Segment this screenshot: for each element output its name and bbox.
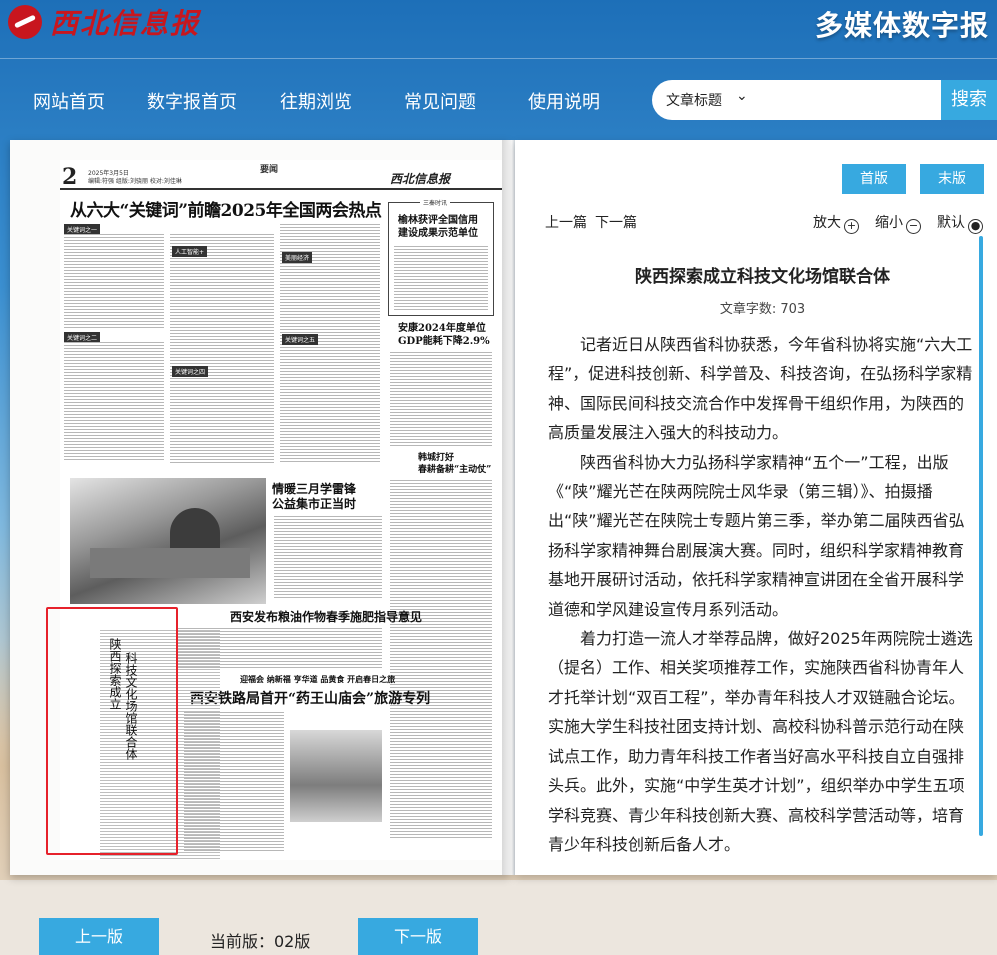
np-box-headline-line2: 建设成果示范单位 [398,228,478,239]
np-box-headline-line1: 榆林获评全国信用 [398,215,478,226]
nav-faq[interactable]: 常见问题 [404,88,476,114]
np-box-label: 三秦时讯 [420,198,451,207]
search-button[interactable]: 搜索 [941,80,997,120]
logo-text: 西北信息报 [50,7,201,40]
np-main-headline[interactable]: 从六大“关键词”前瞻2025年全国两会热点 [70,196,382,221]
np-masthead: 西北信息报 [390,172,451,186]
np-tag: 人工智能+ [172,246,208,257]
default-size-control[interactable]: 默认 ● [937,212,983,234]
np-section: 要闻 [260,165,279,175]
next-edition-button[interactable]: 下一版 [358,918,478,955]
last-edition-button[interactable]: 末版 [920,164,984,194]
digital-edition-title: 多媒体数字报 [814,9,989,42]
np-editor: 编辑:符强 组版:刘骁丽 校对:刘佳琳 [88,178,182,185]
article-paragraph: 记者近日从陕西省科协获悉，今年省科协将实施“六大工程”，促进科技创新、科学普及、… [548,335,973,443]
np-headline-fertilizer[interactable]: 西安发布粮油作物春季施肥指导意见 [230,608,422,625]
default-label: 默认 [937,215,965,231]
header-divider [0,58,997,59]
np-text-block [390,352,492,446]
np-text-block [390,480,492,840]
np-text-block [64,234,164,328]
article-body: 记者近日从陕西省科协获悉，今年省科协将实施“六大工程”，促进科技创新、科学普及、… [548,330,976,859]
next-article-link[interactable]: 下一篇 [595,212,637,232]
np-tag: 关键词之五 [282,334,319,345]
np-text-block [394,246,488,310]
np-headline-market[interactable]: 情暖三月学雷锋 公益集市正当时 [272,482,356,512]
np-headline-gdp-line1: 安康2024年度单位 [398,323,486,334]
np-box-headline[interactable]: 榆林获评全国信用 建设成果示范单位 [398,214,478,240]
np-photo-train [290,730,382,822]
article-toolbar: 上一篇 下一篇 放大 + 缩小 − 默认 ● [539,212,989,234]
prev-article-link[interactable]: 上一篇 [545,212,587,232]
np-text-block [170,234,274,464]
np-page-number: 2 [62,164,78,190]
np-headline-farm[interactable]: 韩城打好 春耕备耕“主动仗” [418,452,491,476]
nav-archive[interactable]: 往期浏览 [280,88,352,114]
search-type-select[interactable]: 文章标题 [666,90,722,110]
current-edition-label: 当前版：02版 [210,932,311,951]
np-rule [60,188,506,190]
np-photo-market [70,478,266,604]
article-paragraph: 陕西省科协大力弘扬科学家精神“五个一”工程，出版《“陕”耀光芒在陕两院院士风华录… [548,452,965,619]
np-headline-farm-line2: 春耕备耕“主动仗” [418,465,492,475]
first-edition-button[interactable]: 首版 [842,164,906,194]
plus-icon: + [844,219,859,234]
zoom-in-control[interactable]: 放大 + [813,212,859,234]
zoom-out-control[interactable]: 缩小 − [875,212,921,234]
np-headline-market-line1: 情暖三月学雷锋 [272,482,357,496]
nav-home[interactable]: 网站首页 [33,88,105,114]
np-text-block [64,342,164,462]
np-headline-farm-line1: 韩城打好 [418,453,455,463]
np-event-row: 迎福会 纳新福 亨华道 品黄食 开启春日之旅 [240,675,396,684]
minus-icon: − [906,219,921,234]
site-logo[interactable]: 西北信息报 [8,4,200,40]
np-headline-rail[interactable]: 西安铁路局首开“药王山庙会”旅游专列 [190,688,430,708]
article-title: 陕西探索成立科技文化场馆联合体 [635,267,890,287]
np-tag: 关键词之四 [172,366,209,377]
np-text-block [274,516,382,600]
logo-emblem-icon [8,5,42,39]
prev-edition-button[interactable]: 上一版 [39,918,159,955]
article-paragraph: 着力打造一流人才举荐品牌，做好2025年两院院士遴选（提名）工作、相关奖项推荐工… [548,629,973,854]
nav-help[interactable]: 使用说明 [528,88,600,114]
np-headline-gdp-line2: GDP能耗下降2.9% [398,336,490,347]
selected-article-highlight[interactable] [46,607,178,855]
nav-digital-home[interactable]: 数字报首页 [147,88,237,114]
article-word-count: 文章字数: 703 [719,302,806,317]
np-tag: 美丽经济 [282,252,313,263]
article-scrollbar[interactable] [979,236,983,836]
np-headline-gdp[interactable]: 安康2024年度单位 GDP能耗下降2.9% [398,322,490,348]
zoom-in-label: 放大 [813,215,841,231]
search-input[interactable] [760,86,944,116]
radio-selected-icon: ● [968,219,983,234]
np-headline-market-line2: 公益集市正当时 [272,497,357,511]
zoom-out-label: 缩小 [875,215,903,231]
chevron-down-icon[interactable]: ⌄ [736,88,748,104]
